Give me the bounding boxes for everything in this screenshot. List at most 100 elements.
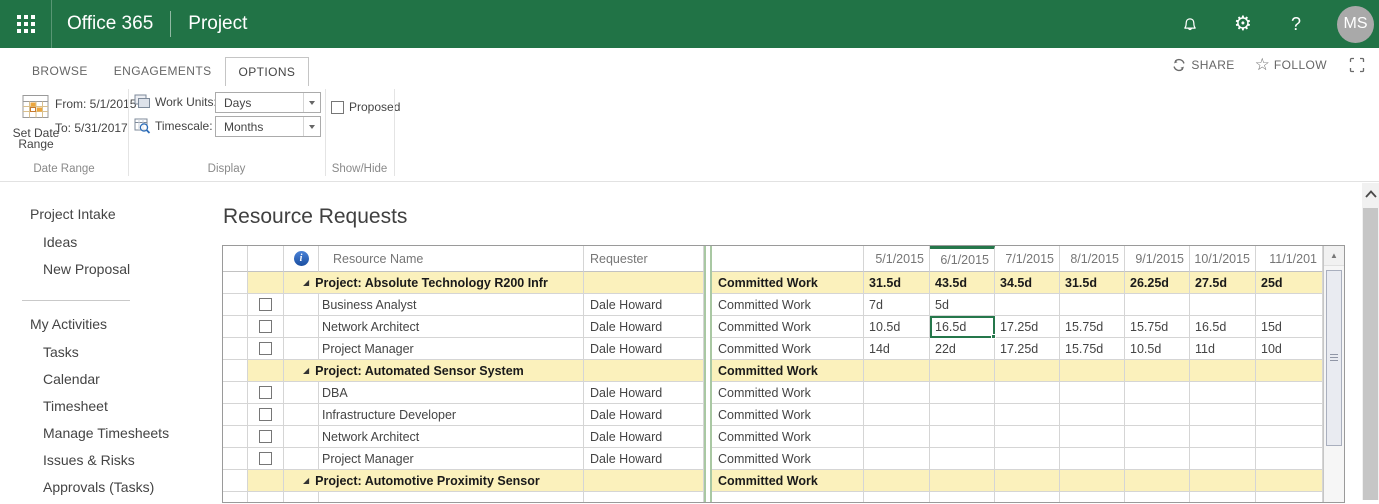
- row-checkbox[interactable]: [259, 430, 272, 443]
- nav-item-tasks[interactable]: Tasks: [0, 342, 222, 369]
- work-value-cell[interactable]: [864, 382, 930, 404]
- requester-column-header[interactable]: Requester: [584, 246, 704, 272]
- requester-cell[interactable]: Dale Howard: [584, 426, 704, 448]
- selection-handle[interactable]: [991, 334, 996, 339]
- work-value-cell[interactable]: [1256, 294, 1323, 316]
- work-value-cell[interactable]: [995, 360, 1060, 382]
- tab-browse[interactable]: BROWSE: [19, 57, 101, 86]
- requester-cell[interactable]: Dale Howard: [584, 404, 704, 426]
- row-checkbox[interactable]: [259, 298, 272, 311]
- help-icon[interactable]: ?: [1284, 12, 1308, 36]
- work-value-cell[interactable]: [1125, 404, 1190, 426]
- work-value-cell[interactable]: 25d: [1256, 272, 1323, 294]
- collapse-triangle-icon[interactable]: ◢: [303, 278, 309, 287]
- work-value-cell[interactable]: [930, 470, 995, 492]
- date-column-header[interactable]: 10/1/2015: [1190, 246, 1256, 272]
- row-header-cell[interactable]: [223, 492, 248, 502]
- app-launcher-button[interactable]: [0, 0, 52, 48]
- requester-cell[interactable]: Dale Howard: [584, 294, 704, 316]
- grid-split-bar[interactable]: [704, 382, 712, 404]
- user-avatar[interactable]: MS: [1337, 5, 1374, 43]
- work-value-cell[interactable]: [864, 448, 930, 470]
- date-column-header[interactable]: 7/1/2015: [995, 246, 1060, 272]
- nav-heading-project-intake[interactable]: Project Intake: [0, 204, 222, 232]
- work-type-cell[interactable]: Committed Work: [712, 338, 864, 360]
- collapse-triangle-icon[interactable]: ◢: [303, 476, 309, 485]
- project-name-cell[interactable]: ◢ Project: Automotive Proximity Sensor: [284, 470, 584, 492]
- row-header-cell[interactable]: [223, 360, 248, 382]
- page-vertical-scrollbar[interactable]: [1362, 183, 1379, 500]
- row-header-cell[interactable]: [223, 338, 248, 360]
- work-value-cell[interactable]: [1190, 360, 1256, 382]
- work-value-cell[interactable]: [1125, 492, 1190, 502]
- grid-split-bar[interactable]: [704, 294, 712, 316]
- work-value-cell[interactable]: [930, 382, 995, 404]
- work-value-cell[interactable]: 17.25d: [995, 316, 1060, 338]
- work-value-cell[interactable]: [995, 492, 1060, 502]
- work-value-cell[interactable]: 15.75d: [1125, 316, 1190, 338]
- work-value-cell[interactable]: 16.5d: [1190, 316, 1256, 338]
- row-checkbox[interactable]: [259, 320, 272, 333]
- project-name-cell[interactable]: ◢ Project: Absolute Technology R200 Infr: [284, 272, 584, 294]
- work-value-cell[interactable]: [995, 404, 1060, 426]
- work-value-cell[interactable]: [930, 404, 995, 426]
- tab-engagements[interactable]: ENGAGEMENTS: [101, 57, 225, 86]
- checkbox-cell[interactable]: [248, 404, 284, 426]
- requester-cell[interactable]: Dale Howard: [584, 448, 704, 470]
- work-value-cell[interactable]: 11d: [1190, 338, 1256, 360]
- work-value-cell[interactable]: [1060, 492, 1125, 502]
- work-value-cell[interactable]: [864, 404, 930, 426]
- checkbox-cell[interactable]: [248, 338, 284, 360]
- row-header-cell[interactable]: [223, 294, 248, 316]
- share-button[interactable]: SHARE: [1191, 58, 1234, 72]
- work-value-cell[interactable]: 31.5d: [864, 272, 930, 294]
- checkbox-cell[interactable]: [248, 448, 284, 470]
- resource-name-cell[interactable]: Network Architect: [319, 316, 584, 338]
- grid-split-bar[interactable]: [704, 448, 712, 470]
- work-value-cell[interactable]: [1190, 470, 1256, 492]
- work-value-cell[interactable]: [930, 492, 995, 502]
- resource-name-cell[interactable]: Business Analyst: [319, 294, 584, 316]
- proposed-checkbox[interactable]: [331, 100, 344, 114]
- work-value-cell[interactable]: [1060, 470, 1125, 492]
- work-units-dropdown[interactable]: Days: [215, 92, 321, 113]
- grid-split-bar[interactable]: [704, 272, 712, 294]
- resource-name-cell[interactable]: Project Manager: [319, 338, 584, 360]
- work-value-cell[interactable]: [1190, 448, 1256, 470]
- work-value-cell[interactable]: 10.5d: [864, 316, 930, 338]
- work-type-cell[interactable]: Committed Work: [712, 448, 864, 470]
- grid-split-bar[interactable]: [704, 470, 712, 492]
- work-value-cell[interactable]: 26.25d: [1125, 272, 1190, 294]
- row-header-cell[interactable]: [223, 382, 248, 404]
- row-checkbox[interactable]: [259, 342, 272, 355]
- work-value-cell[interactable]: [1256, 360, 1323, 382]
- work-value-cell[interactable]: [1060, 448, 1125, 470]
- work-type-cell[interactable]: Committed Work: [712, 360, 864, 382]
- grid-split-bar[interactable]: [704, 338, 712, 360]
- work-value-cell[interactable]: [930, 448, 995, 470]
- work-value-cell[interactable]: [1125, 470, 1190, 492]
- grid-split-bar[interactable]: [704, 360, 712, 382]
- work-units-caret-icon[interactable]: [303, 93, 320, 112]
- date-column-header[interactable]: 5/1/2015: [864, 246, 930, 272]
- work-value-cell[interactable]: [930, 360, 995, 382]
- work-value-cell[interactable]: [1125, 360, 1190, 382]
- work-value-cell[interactable]: [1060, 426, 1125, 448]
- nav-item-timesheet[interactable]: Timesheet: [0, 396, 222, 423]
- row-header-cell[interactable]: [223, 272, 248, 294]
- brand-office365[interactable]: Office 365: [67, 13, 153, 35]
- nav-item-new-proposal[interactable]: New Proposal: [0, 259, 222, 286]
- row-checkbox[interactable]: [259, 408, 272, 421]
- row-header-cell[interactable]: [223, 246, 248, 272]
- nav-item-manage-timesheets[interactable]: Manage Timesheets: [0, 423, 222, 450]
- work-value-cell[interactable]: 16.5d: [930, 316, 996, 339]
- work-type-cell[interactable]: Committed Work: [712, 382, 864, 404]
- resource-name-column-header[interactable]: Resource Name: [319, 246, 584, 272]
- work-value-cell[interactable]: [1256, 382, 1323, 404]
- work-value-cell[interactable]: [1125, 382, 1190, 404]
- work-value-cell[interactable]: [1190, 294, 1256, 316]
- work-value-cell[interactable]: [1125, 426, 1190, 448]
- grid-split-bar[interactable]: [704, 316, 712, 338]
- nav-item-ideas[interactable]: Ideas: [0, 232, 222, 259]
- work-value-cell[interactable]: [1125, 448, 1190, 470]
